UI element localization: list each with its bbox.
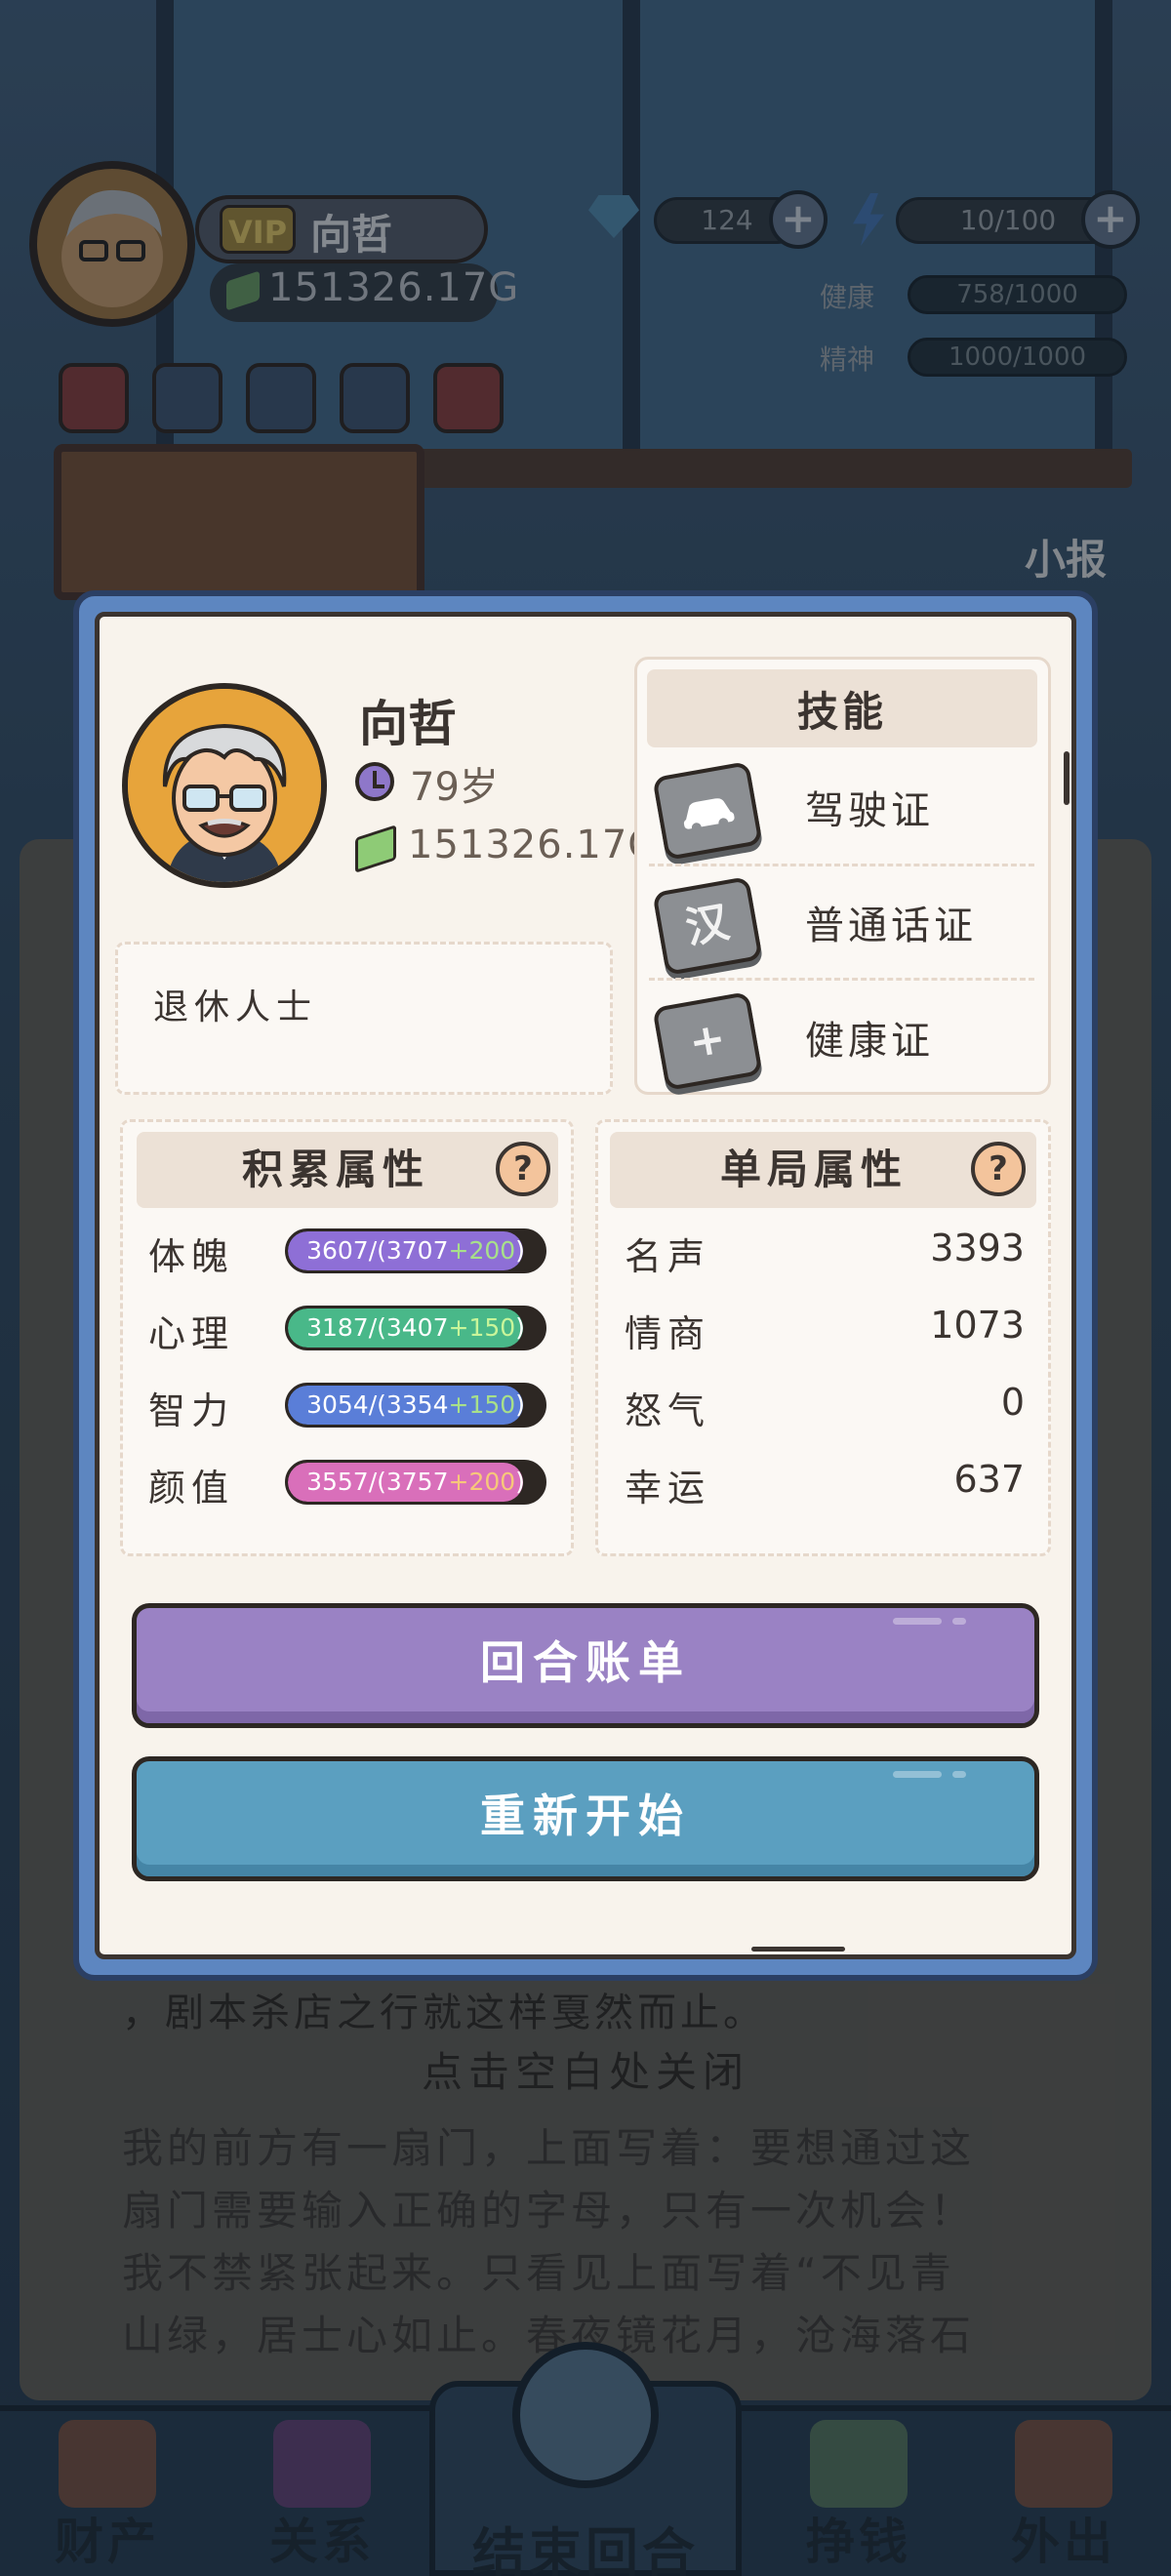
round-attr-value: 1073 [930,1304,1025,1347]
accumulated-attr-label: 颜值 [148,1467,235,1509]
restart-label: 重新开始 [480,1790,691,1842]
accumulated-attr-label: 智力 [148,1389,235,1432]
attr-close-paren: ) [515,1313,525,1342]
round-bill-button[interactable]: 回合账单 [132,1603,1039,1728]
attr-bar-value: 3054/(3354+150) [288,1386,544,1425]
profile-name: 向哲 [359,696,457,752]
accumulated-title: 积累属性 [242,1146,430,1193]
attr-base: 3757 [385,1468,449,1496]
attr-close-paren: ) [515,1236,525,1265]
round-title: 单局属性 [720,1146,909,1193]
round-attr-value: 637 [953,1458,1025,1501]
attr-close-paren: ) [515,1390,525,1419]
round-attr-value: 3393 [930,1227,1025,1269]
round-attr-label: 怒气 [625,1389,711,1432]
button-shine [893,1771,942,1778]
attr-bonus: +200 [448,1236,516,1265]
occupation-text: 退休人士 [153,987,318,1027]
attr-current: 3607 [306,1236,369,1265]
accumulated-attr-label: 心理 [148,1312,235,1355]
profile-money: 151326.17G [408,823,660,867]
attr-separator: /( [368,1313,386,1342]
clock-icon [355,762,394,801]
accumulated-attr-bar: 3187/(3407+150) [285,1306,546,1350]
attr-separator: /( [368,1468,386,1496]
accumulated-attr-bar: 3054/(3354+150) [285,1383,546,1428]
attr-bonus: +150 [448,1390,516,1419]
attr-bar-value: 3557/(3757+200) [288,1463,544,1502]
round-attr-label: 幸运 [625,1467,711,1509]
attr-current: 3187 [306,1313,369,1342]
button-shine [952,1771,966,1778]
profile-avatar [122,683,327,888]
attr-base: 3354 [385,1390,449,1419]
skill-label: 驾驶证 [805,788,934,833]
accumulated-attr-bar: 3557/(3757+200) [285,1460,546,1505]
attr-bonus: +200 [448,1468,516,1496]
attr-bar-value: 3607/(3707+200) [288,1231,544,1270]
attr-current: 3557 [306,1468,369,1496]
round-attr-value: 0 [1000,1381,1025,1424]
accumulated-attr-bar: 3607/(3707+200) [285,1228,546,1273]
attr-separator: /( [368,1236,386,1265]
skill-item[interactable]: + 健康证 [649,980,1034,1095]
skills-scrollbar[interactable] [1064,751,1070,805]
plus-icon: + [652,990,763,1092]
skills-title: 技能 [796,688,887,736]
restart-button[interactable]: 重新开始 [132,1756,1039,1881]
attr-bonus: +150 [448,1313,516,1342]
attr-base: 3407 [385,1313,449,1342]
han-character-icon: 汉 [652,875,763,977]
round-bill-label: 回合账单 [480,1636,691,1689]
round-attr-label: 名声 [625,1235,711,1278]
button-shine [893,1618,942,1625]
attr-bar-value: 3187/(3407+150) [288,1308,544,1348]
attr-separator: /( [368,1390,386,1419]
attr-current: 3054 [306,1390,369,1419]
car-icon [652,760,763,862]
attr-close-paren: ) [515,1468,525,1496]
profile-age: 79岁 [410,765,499,810]
dialog-drag-handle[interactable] [751,1947,845,1952]
help-icon[interactable]: ? [496,1142,550,1196]
button-shine [952,1618,966,1625]
attr-base: 3707 [385,1236,449,1265]
skill-item[interactable]: 汉 普通话证 [649,865,1034,980]
skill-label: 健康证 [805,1019,934,1064]
accumulated-attr-label: 体魄 [148,1235,235,1278]
skill-item[interactable]: 驾驶证 [649,749,1034,865]
round-attr-label: 情商 [625,1312,711,1355]
help-icon[interactable]: ? [971,1142,1026,1196]
skill-label: 普通话证 [805,904,977,948]
